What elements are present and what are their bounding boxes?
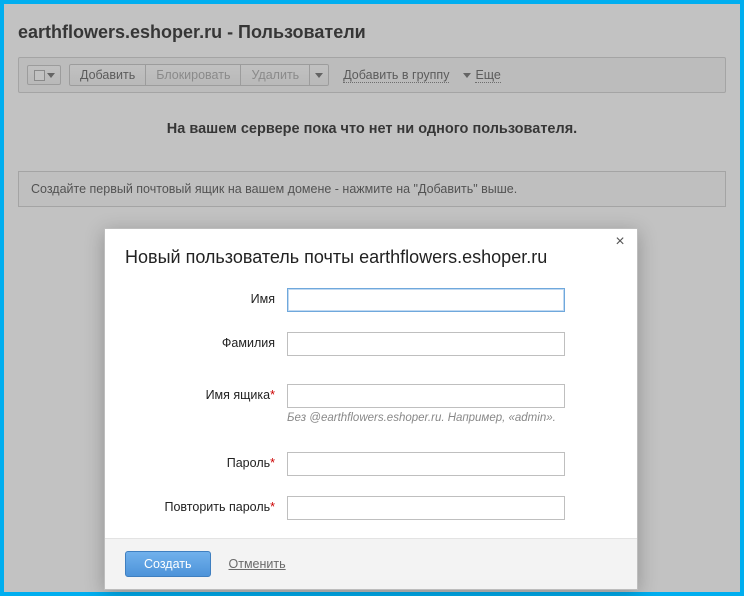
modal-title: Новый пользователь почты earthflowers.es…: [105, 229, 637, 282]
delete-button[interactable]: Удалить: [240, 64, 310, 86]
first-name-label: Имя: [125, 288, 287, 306]
chevron-down-icon: [463, 73, 471, 78]
hint-box: Создайте первый почтовый ящик на вашем д…: [18, 171, 726, 207]
create-button[interactable]: Создать: [125, 551, 211, 577]
first-name-input[interactable]: [287, 288, 565, 312]
page-title: earthflowers.eshoper.ru - Пользователи: [4, 4, 740, 57]
mailbox-input[interactable]: [287, 384, 565, 408]
chevron-down-icon: [47, 73, 55, 78]
toolbar: Добавить Блокировать Удалить Добавить в …: [18, 57, 726, 93]
mailbox-hint: Без @earthflowers.eshoper.ru. Например, …: [287, 412, 617, 424]
password-input[interactable]: [287, 452, 565, 476]
delete-dropdown[interactable]: [309, 64, 329, 86]
close-icon[interactable]: ×: [611, 233, 629, 251]
add-button[interactable]: Добавить: [69, 64, 146, 86]
last-name-input[interactable]: [287, 332, 565, 356]
select-all-checkbox[interactable]: [27, 65, 61, 85]
empty-state-heading: На вашем сервере пока что нет ни одного …: [4, 121, 740, 137]
chevron-down-icon: [315, 73, 323, 78]
last-name-label: Фамилия: [125, 332, 287, 350]
mailbox-label: Имя ящика*: [125, 384, 287, 402]
block-button[interactable]: Блокировать: [145, 64, 241, 86]
add-to-group-link[interactable]: Добавить в группу: [343, 68, 449, 83]
password-repeat-input[interactable]: [287, 496, 565, 520]
password-label: Пароль*: [125, 452, 287, 470]
password-repeat-label: Повторить пароль*: [125, 496, 287, 514]
new-user-modal: × Новый пользователь почты earthflowers.…: [104, 228, 638, 590]
more-link[interactable]: Еще: [463, 68, 500, 83]
cancel-link[interactable]: Отменить: [229, 557, 286, 571]
